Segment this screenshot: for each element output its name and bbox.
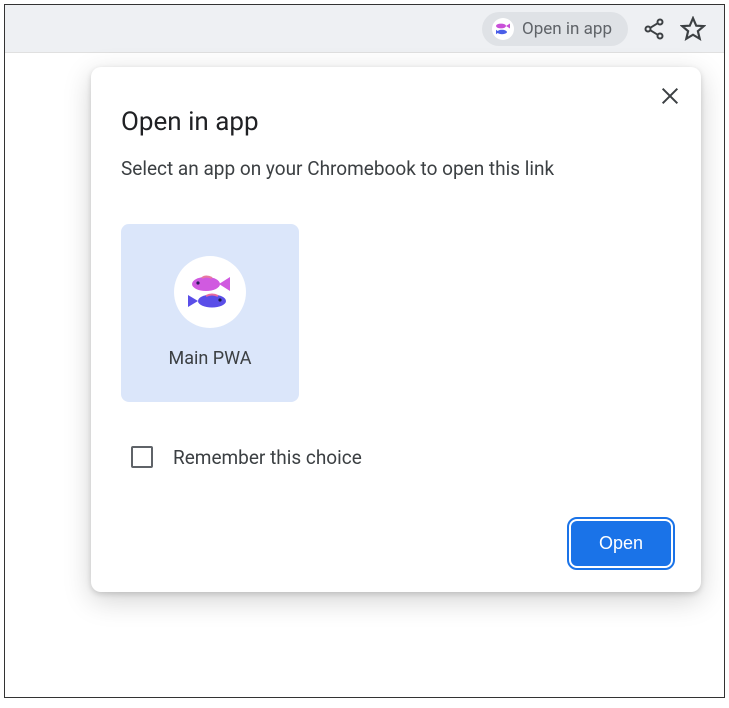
app-tile-main-pwa[interactable]: Main PWA [121, 224, 299, 402]
content-area: Open in app Select an app on your Chrome… [5, 53, 724, 697]
app-fish-icon [174, 256, 246, 328]
open-button[interactable]: Open [571, 521, 671, 566]
app-tile-label: Main PWA [169, 348, 252, 369]
app-fish-icon [492, 18, 514, 40]
remember-label: Remember this choice [173, 446, 362, 469]
star-icon[interactable] [680, 16, 706, 42]
remember-choice-row: Remember this choice [131, 446, 671, 469]
dialog-actions: Open [121, 521, 671, 566]
close-icon[interactable] [659, 85, 681, 111]
browser-toolbar: Open in app [5, 5, 724, 53]
dialog-subtitle: Select an app on your Chromebook to open… [121, 155, 621, 184]
open-in-app-chip[interactable]: Open in app [482, 12, 628, 46]
open-in-app-dialog: Open in app Select an app on your Chrome… [91, 67, 701, 592]
remember-checkbox[interactable] [131, 446, 153, 468]
dialog-title: Open in app [121, 107, 671, 137]
chip-label: Open in app [522, 19, 612, 39]
share-icon[interactable] [642, 17, 666, 41]
